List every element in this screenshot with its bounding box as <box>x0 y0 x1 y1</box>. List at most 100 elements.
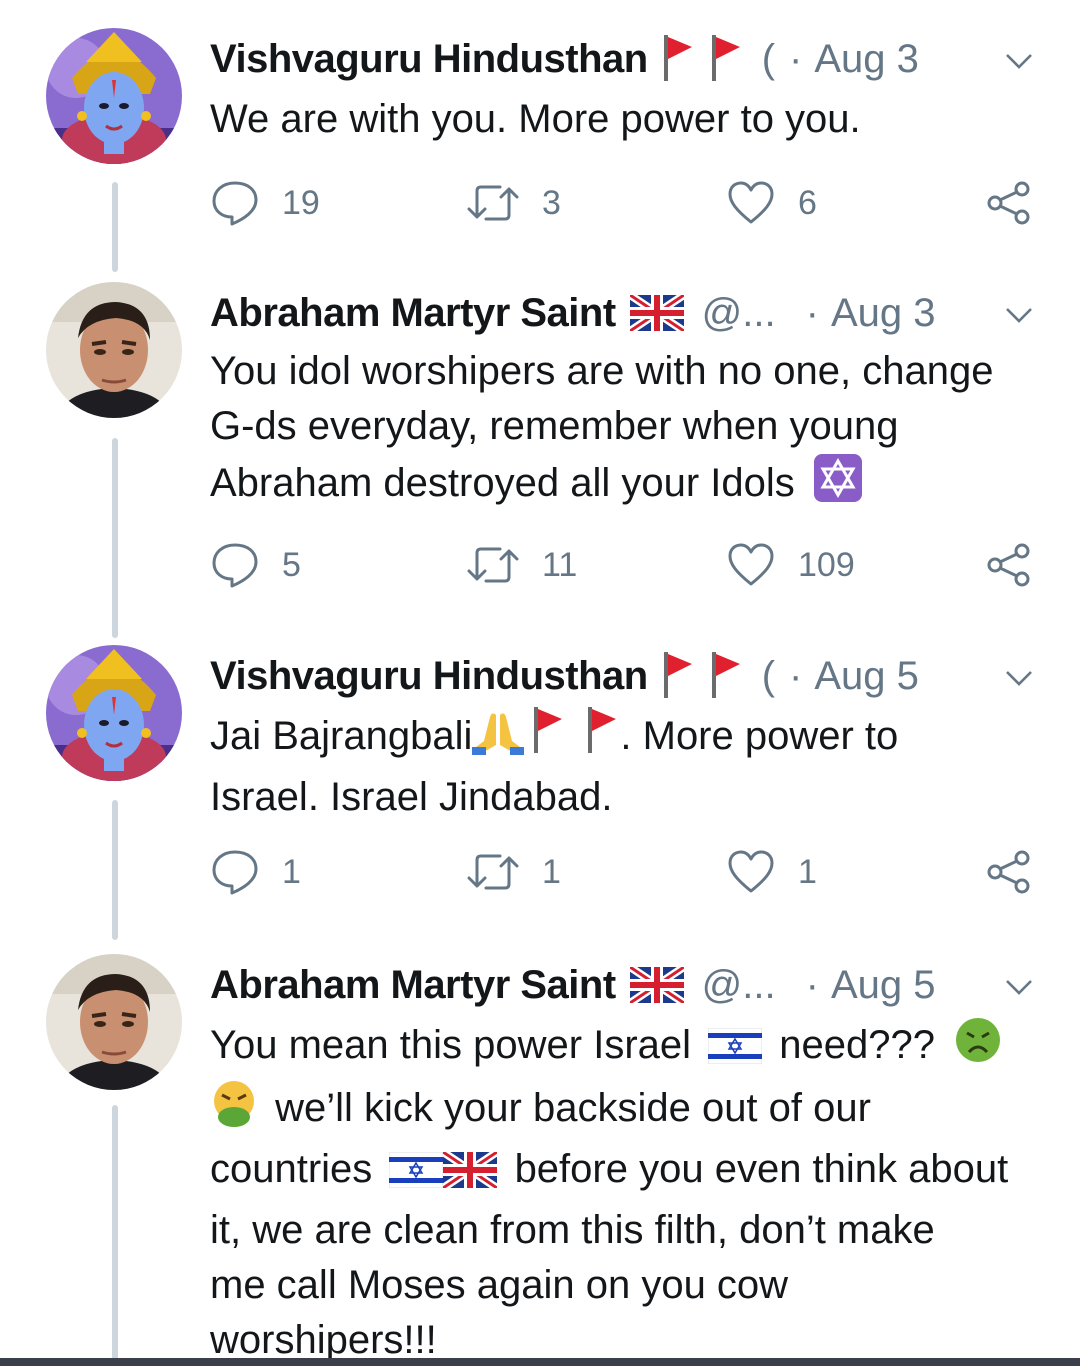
reply-count: 5 <box>282 545 301 584</box>
separator-dot: · <box>805 962 819 1007</box>
avatar[interactable] <box>46 282 182 418</box>
tweet-header: Vishvaguru Hindusthan ( · Aug 3 <box>210 28 1050 90</box>
tweet-text-line: . More power to <box>620 714 899 758</box>
author-name[interactable]: Vishvaguru Hindusthan <box>210 654 648 699</box>
tweet-text-line: G-ds everyday, remember when young <box>210 404 899 448</box>
author-handle[interactable]: ( <box>762 37 775 82</box>
reply-button[interactable]: 19 <box>210 178 320 228</box>
avatar[interactable] <box>46 954 182 1090</box>
tweet-date[interactable]: Aug 5 <box>814 654 919 699</box>
separator-dot: · <box>805 290 819 335</box>
tweet-text-line: countries <box>210 1147 373 1191</box>
share-button[interactable] <box>986 540 1032 590</box>
tweet-text-line-wrapper: Abraham destroyed all your Idols <box>210 454 1050 517</box>
tweet-text-line: need??? <box>779 1023 935 1067</box>
avatar-image <box>46 645 182 781</box>
uk-flag-emoji <box>630 295 684 331</box>
author-name[interactable]: Abraham Martyr Saint <box>210 963 616 1008</box>
thread-line-2 <box>112 438 118 638</box>
chevron-down-icon[interactable] <box>1004 46 1034 76</box>
thread-line-3 <box>112 800 118 940</box>
like-button[interactable]: 1 <box>726 847 817 897</box>
tweet-text: Jai Bajrangbali . More power to Israel. I… <box>210 707 1050 825</box>
retweet-button[interactable]: 1 <box>466 847 561 897</box>
author-handle[interactable]: ( <box>762 654 775 699</box>
red-flag-emoji <box>662 35 696 83</box>
tweet-date[interactable]: Aug 3 <box>814 37 919 82</box>
like-button[interactable]: 109 <box>726 540 855 590</box>
israel-flag-emoji <box>707 1024 763 1079</box>
tweet-text-line-wrapper: Jai Bajrangbali . More power to <box>210 707 1050 770</box>
share-button[interactable] <box>986 847 1032 897</box>
avatar-image <box>46 282 182 418</box>
reply-count: 19 <box>282 183 320 222</box>
nauseated-face-emoji <box>954 1016 1002 1079</box>
red-flag-emoji <box>662 652 696 700</box>
avatar[interactable] <box>46 645 182 781</box>
share-icon <box>987 181 1030 225</box>
chevron-down-icon[interactable] <box>1004 300 1034 330</box>
action-bar: 19 3 6 <box>210 178 1040 228</box>
retweet-icon <box>467 854 519 890</box>
tweet-date[interactable]: Aug 5 <box>831 963 936 1008</box>
tweet-date[interactable]: Aug 3 <box>831 291 936 336</box>
tweet-header: Abraham Martyr Saint @... · Aug 3 <box>210 282 1050 344</box>
reply-button[interactable]: 5 <box>210 540 301 590</box>
tweet-text: We are with you. More power to you. <box>210 92 1050 147</box>
heart-icon <box>728 543 774 586</box>
chevron-down-icon[interactable] <box>1004 972 1034 1002</box>
share-button[interactable] <box>986 178 1032 228</box>
reply-icon <box>212 850 258 895</box>
tweet-text-line-wrapper: You mean this power Israel need??? <box>210 1016 1050 1079</box>
uk-flag-emoji <box>630 967 684 1003</box>
retweet-count: 1 <box>542 852 561 891</box>
author-handle[interactable]: @... <box>702 963 776 1008</box>
retweet-count: 11 <box>542 545 578 584</box>
tweet-text-line: We are with you. More power to you. <box>210 97 861 141</box>
avatar[interactable] <box>46 28 182 164</box>
chevron-down-icon[interactable] <box>1004 663 1034 693</box>
red-flag-emoji <box>586 707 620 770</box>
tweet-text-line: before you even think about <box>514 1147 1009 1191</box>
author-handle[interactable]: @... <box>702 291 776 336</box>
share-icon <box>987 850 1030 894</box>
tweet-text: You mean this power Israel need??? we’ll… <box>210 1016 1050 1368</box>
retweet-button[interactable]: 3 <box>466 178 561 228</box>
thread-line-4 <box>112 1105 118 1365</box>
tweet-header: Abraham Martyr Saint @... · Aug 5 <box>210 954 1050 1016</box>
tweet-header: Vishvaguru Hindusthan ( · Aug 5 <box>210 645 1050 707</box>
retweet-icon <box>467 185 519 221</box>
reply-icon <box>212 543 258 588</box>
tweet-text-line: Abraham destroyed all your Idols <box>210 461 795 505</box>
author-name[interactable]: Vishvaguru Hindusthan <box>210 37 648 82</box>
red-flag-emoji <box>710 652 744 700</box>
heart-icon <box>728 181 774 224</box>
tweet-text-line: we’ll kick your backside out of our <box>275 1086 871 1130</box>
like-count: 109 <box>798 545 855 584</box>
author-name[interactable]: Abraham Martyr Saint <box>210 291 616 336</box>
separator-dot: · <box>789 36 803 81</box>
tweet-text-line-wrapper: we’ll kick your backside out of our <box>210 1079 1050 1142</box>
reply-icon <box>212 181 258 226</box>
tweet-text-line: Israel. Israel Jindabad. <box>210 775 613 819</box>
retweet-button[interactable]: 11 <box>466 540 577 590</box>
retweet-icon <box>467 547 519 583</box>
retweet-count: 3 <box>542 183 561 222</box>
tweet-text-line: You idol worshipers are with no one, cha… <box>210 349 994 393</box>
reply-button[interactable]: 1 <box>210 847 301 897</box>
tweet-text: You idol worshipers are with no one, cha… <box>210 344 1050 517</box>
like-button[interactable]: 6 <box>726 178 817 228</box>
heart-icon <box>728 850 774 893</box>
bottom-bar <box>0 1358 1080 1366</box>
israel-flag-emoji <box>388 1148 445 1203</box>
like-count: 1 <box>798 852 817 891</box>
folded-hands-emoji <box>472 707 525 770</box>
separator-dot: · <box>789 653 803 698</box>
reply-count: 1 <box>282 852 301 891</box>
red-flag-emoji <box>532 707 566 770</box>
like-count: 6 <box>798 183 817 222</box>
share-icon <box>987 543 1030 587</box>
tweet-text-line-wrapper: countries before you even think about <box>210 1142 1050 1203</box>
tweet-text-line: it, we are clean from this filth, don’t … <box>210 1208 935 1252</box>
action-bar: 5 11 109 <box>210 540 1040 590</box>
